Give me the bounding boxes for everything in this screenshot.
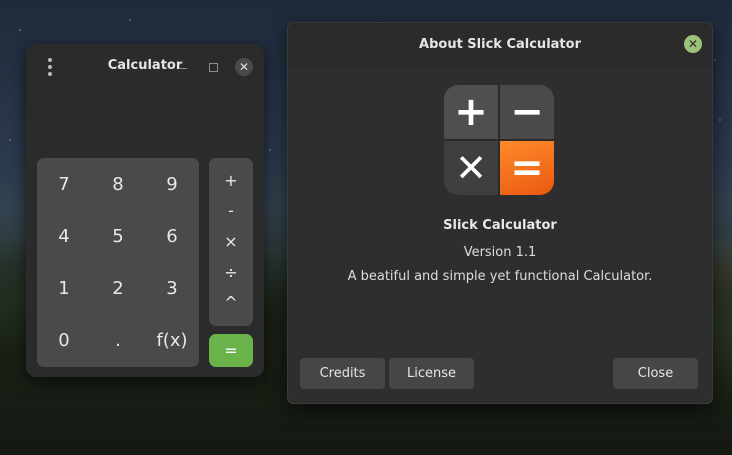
key-function[interactable]: f(x) [145, 315, 199, 367]
number-keypad: 7 8 9 4 5 6 1 2 3 0 . f(x) [37, 158, 199, 367]
operator-keypad: + - × ÷ ^ [209, 158, 253, 326]
equals-button[interactable]: = [209, 334, 253, 367]
key-divide[interactable]: ÷ [224, 263, 237, 283]
app-version: Version 1.1 [463, 245, 537, 260]
maximize-icon[interactable] [209, 63, 218, 72]
app-name: Slick Calculator [443, 218, 557, 233]
license-button[interactable]: License [389, 358, 474, 389]
key-3[interactable]: 3 [145, 263, 199, 315]
minimize-icon[interactable] [179, 68, 187, 69]
key-5[interactable]: 5 [91, 210, 145, 262]
app-icon: + − ✕ = [444, 85, 554, 195]
calculator-window: Calculator ✕ 7 8 9 4 5 6 1 2 3 0 . f(x) … [26, 44, 264, 377]
key-plus[interactable]: + [224, 171, 237, 191]
app-description: A beatiful and simple yet functional Cal… [347, 269, 653, 284]
minus-icon: − [500, 85, 554, 139]
key-6[interactable]: 6 [145, 210, 199, 262]
key-decimal[interactable]: . [91, 315, 145, 367]
credits-button[interactable]: Credits [300, 358, 385, 389]
times-icon: ✕ [444, 141, 498, 195]
close-button[interactable]: Close [613, 358, 698, 389]
key-7[interactable]: 7 [37, 158, 91, 210]
about-dialog: About Slick Calculator ✕ + − ✕ = Slick C… [287, 22, 713, 404]
about-title: About Slick Calculator [419, 37, 581, 52]
about-close-icon[interactable]: ✕ [684, 35, 702, 53]
about-header: About Slick Calculator ✕ [288, 23, 712, 67]
key-9[interactable]: 9 [145, 158, 199, 210]
calculator-title: Calculator [107, 58, 183, 73]
calculator-close-icon[interactable]: ✕ [235, 58, 253, 76]
key-8[interactable]: 8 [91, 158, 145, 210]
key-2[interactable]: 2 [91, 263, 145, 315]
key-1[interactable]: 1 [37, 263, 91, 315]
key-power[interactable]: ^ [224, 293, 237, 313]
equals-icon: = [500, 141, 554, 195]
plus-icon: + [444, 85, 498, 139]
key-multiply[interactable]: × [224, 232, 237, 252]
key-minus[interactable]: - [228, 201, 234, 221]
key-4[interactable]: 4 [37, 210, 91, 262]
key-0[interactable]: 0 [37, 315, 91, 367]
